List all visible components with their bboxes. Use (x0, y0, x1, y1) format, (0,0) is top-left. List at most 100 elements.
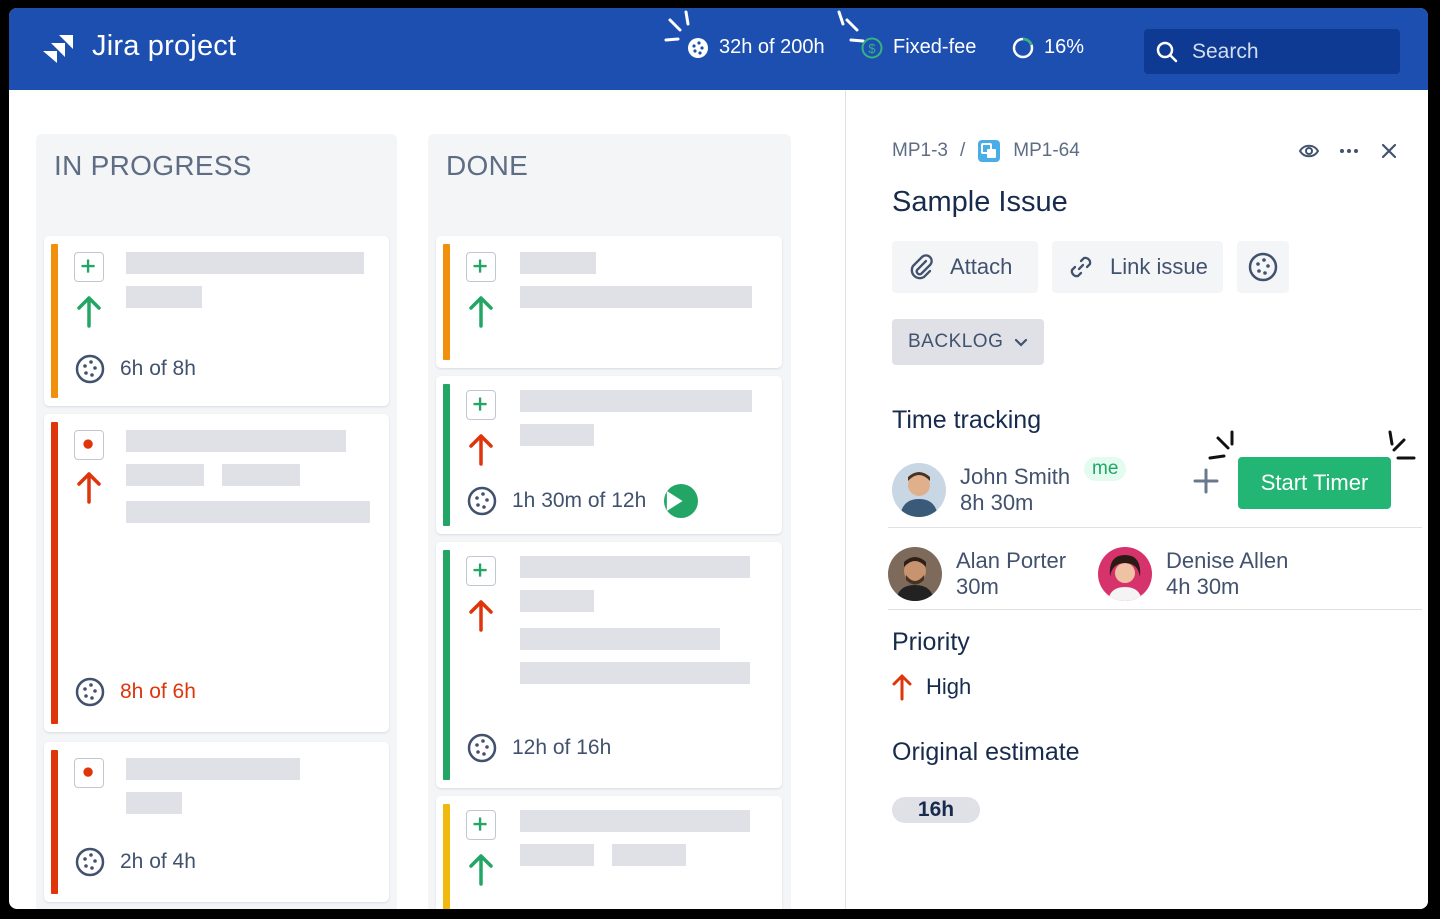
time-tracking-summary: 1h 30m of 12h (466, 484, 699, 518)
billing-stat[interactable]: $ Fixed-fee (861, 36, 976, 59)
plus-icon (466, 810, 496, 840)
column-done: DONE 1h 30m of 12h 12h of 16h (428, 134, 791, 909)
avatar (892, 463, 946, 517)
card-status-bar (51, 244, 58, 398)
search-input[interactable] (1192, 39, 1382, 64)
logged-time-text: 32h of 200h (719, 36, 825, 58)
user-name: Denise Allen (1166, 548, 1289, 573)
progress-text: 16% (1044, 36, 1085, 58)
arrow-up-icon (469, 854, 493, 886)
sparkle-icon (1208, 430, 1234, 460)
svg-text:$: $ (868, 41, 876, 56)
arrow-up-icon (892, 674, 912, 701)
tracked-user[interactable]: John Smith 8h 30m (892, 463, 1070, 517)
priority-heading: Priority (892, 628, 970, 656)
breadcrumb-parent[interactable]: MP1-3 (892, 140, 948, 162)
time-text: 1h 30m of 12h (512, 489, 647, 512)
add-worklog-plus-icon[interactable] (1193, 468, 1219, 494)
bug-dot-icon (74, 430, 104, 460)
breadcrumb-separator: / (959, 140, 966, 161)
user-time: 4h 30m (1166, 574, 1240, 599)
tracked-user[interactable]: Denise Allen 4h 30m (1098, 547, 1288, 601)
issue-card[interactable] (436, 796, 782, 909)
avatar (1098, 547, 1152, 601)
issue-card[interactable]: 1h 30m of 12h (436, 376, 782, 534)
issue-card[interactable]: 12h of 16h (436, 542, 782, 788)
plus-icon (466, 556, 496, 586)
attach-label: Attach (950, 254, 1013, 279)
arrow-up-icon (469, 296, 493, 328)
app-window: Jira project 32h of 200h $ Fixed-fee 16%… (9, 8, 1428, 909)
eye-icon[interactable] (1298, 140, 1320, 162)
bug-dot-icon (74, 758, 104, 788)
status-dropdown[interactable]: BACKLOG (892, 319, 1044, 365)
play-icon (667, 491, 683, 511)
subtask-icon (978, 140, 1001, 162)
issue-card[interactable]: 6h of 8h (44, 236, 389, 406)
panel-actions (1298, 140, 1400, 162)
issue-title[interactable]: Sample Issue (892, 186, 1068, 219)
plus-icon (74, 252, 104, 282)
card-status-bar (51, 750, 58, 894)
user-time: 8h 30m (960, 490, 1034, 515)
priority-value: High (926, 674, 972, 699)
time-tracking-heading: Time tracking (892, 406, 1042, 434)
logged-time-stat[interactable]: 32h of 200h (687, 36, 825, 59)
issue-card[interactable]: 8h of 6h (44, 414, 389, 732)
tracked-user[interactable]: Alan Porter 30m (888, 547, 1066, 601)
timer-icon (1248, 252, 1278, 282)
play-timer-button[interactable] (664, 484, 699, 518)
time-text: 12h of 16h (512, 736, 612, 759)
user-time: 30m (956, 574, 999, 599)
app-title: Jira project (92, 30, 237, 62)
issue-card[interactable] (436, 236, 782, 368)
more-icon[interactable] (1338, 140, 1360, 162)
start-timer-button[interactable]: Start Timer (1238, 457, 1391, 509)
dollar-icon: $ (861, 37, 883, 58)
me-badge: me (1084, 457, 1127, 481)
link-issue-button[interactable]: Link issue (1052, 241, 1223, 293)
avatar (888, 547, 942, 601)
timer-icon (75, 847, 105, 877)
card-status-bar (443, 384, 450, 526)
estimate-value[interactable]: 16h (892, 797, 980, 823)
timer-icon (75, 354, 105, 384)
card-status-bar (443, 244, 450, 360)
arrow-up-icon (469, 434, 493, 466)
placeholder-line (520, 390, 752, 412)
billing-text: Fixed-fee (893, 36, 977, 58)
estimate-heading: Original estimate (892, 738, 1080, 766)
placeholder-line (520, 556, 750, 578)
user-name: John Smith (960, 464, 1071, 489)
search-box[interactable] (1144, 29, 1400, 74)
placeholder-line (126, 792, 182, 814)
timer-icon (467, 486, 497, 516)
progress-stat[interactable]: 16% (1012, 36, 1084, 59)
jira-logo-icon (43, 35, 73, 63)
issue-detail-panel: MP1-3 / MP1-64 Sample Issue Attach Link … (845, 90, 1428, 909)
priority-field[interactable]: High (892, 673, 971, 701)
close-icon[interactable] (1378, 140, 1400, 162)
placeholder-line (520, 810, 750, 832)
top-bar: Jira project 32h of 200h $ Fixed-fee 16%… (9, 8, 1428, 90)
card-status-bar (443, 550, 450, 780)
search-icon (1156, 41, 1178, 62)
placeholder-line (222, 464, 300, 486)
breadcrumb-issue[interactable]: MP1-64 (1013, 140, 1080, 162)
placeholder-line (520, 252, 596, 274)
placeholder-line (126, 430, 346, 452)
divider (888, 609, 1422, 610)
column-in-progress: IN PROGRESS 6h of 8h 8h of 6h 2h of 4h (36, 134, 397, 909)
timer-icon (688, 37, 708, 58)
placeholder-line (520, 662, 750, 684)
attach-button[interactable]: Attach (892, 241, 1038, 293)
breadcrumb: MP1-3 / MP1-64 (892, 139, 1080, 163)
timer-icon (467, 733, 497, 763)
placeholder-line (126, 464, 204, 486)
status-label: BACKLOG (908, 331, 1004, 352)
log-time-button[interactable] (1237, 241, 1289, 293)
placeholder-line (126, 501, 370, 523)
placeholder-line (520, 590, 594, 612)
time-text-over: 8h of 6h (120, 680, 196, 703)
issue-card[interactable]: 2h of 4h (44, 742, 389, 902)
